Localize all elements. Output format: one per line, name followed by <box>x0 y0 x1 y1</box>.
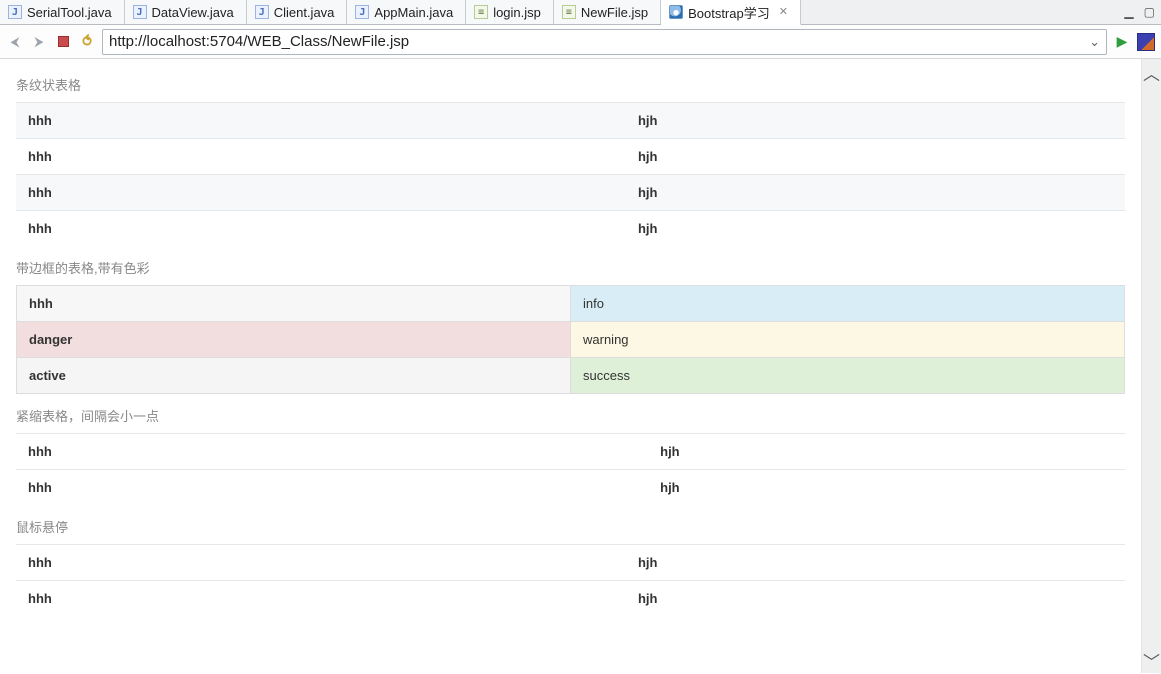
j-file-icon <box>133 5 147 19</box>
editor-tab[interactable]: DataView.java <box>125 0 247 24</box>
scroll-up-icon[interactable]: ︿ <box>1142 61 1161 83</box>
maximize-icon[interactable]: ▢ <box>1144 5 1155 19</box>
table-cell: hhh <box>17 286 571 322</box>
table-cell: hjh <box>626 175 1125 211</box>
table-cell: hjh <box>648 470 1125 506</box>
jsp-file-icon <box>474 5 488 19</box>
url-bar[interactable]: http://localhost:5704/WEB_Class/NewFile.… <box>102 29 1107 55</box>
stop-icon <box>58 36 69 47</box>
editor-window-controls: ▁ ▢ <box>1118 0 1161 24</box>
close-icon[interactable]: ✕ <box>779 7 788 18</box>
table-row: hhhhjh <box>16 175 1125 211</box>
table-row: hhhhjh <box>16 581 1125 617</box>
table-row: hhhhjh <box>16 470 1125 506</box>
table-cell: hhh <box>16 139 626 175</box>
vertical-scrollbar[interactable]: ︿ ﹀ <box>1141 59 1161 673</box>
table-condensed: hhhhjhhhhhjh <box>16 433 1125 505</box>
forward-button[interactable]: ⮞ <box>30 33 48 51</box>
editor-tab[interactable]: login.jsp <box>466 0 554 24</box>
section-title-bordered: 带边框的表格,带有色彩 <box>16 258 1125 277</box>
table-row: dangerwarning <box>17 322 1125 358</box>
j-file-icon <box>255 5 269 19</box>
section-title-hover: 鼠标悬停 <box>16 517 1125 536</box>
table-row: hhhhjh <box>16 434 1125 470</box>
web-file-icon <box>669 5 683 19</box>
chevron-down-icon[interactable]: ⌄ <box>1089 34 1100 50</box>
open-external-icon[interactable] <box>1137 33 1155 51</box>
browser-viewport: 条纹状表格 hhhhjhhhhhjhhhhhjhhhhhjh 带边框的表格,带有… <box>0 59 1161 673</box>
table-cell: hjh <box>626 211 1125 247</box>
editor-tab[interactable]: Bootstrap学习 ✕ <box>661 0 801 25</box>
table-cell: hjh <box>626 139 1125 175</box>
section-title-condensed: 紧缩表格，间隔会小一点 <box>16 406 1125 425</box>
table-striped: hhhhjhhhhhjhhhhhjhhhhhjh <box>16 102 1125 246</box>
table-cell: hhh <box>16 470 648 506</box>
j-file-icon <box>355 5 369 19</box>
editor-tab[interactable]: NewFile.jsp <box>554 0 661 24</box>
editor-tabbar: SerialTool.java DataView.java Client.java A… <box>0 0 1161 25</box>
tab-label: AppMain.java <box>374 5 453 20</box>
table-cell: hhh <box>16 545 626 581</box>
tab-label: Bootstrap学习 <box>688 3 770 22</box>
tab-label: DataView.java <box>152 5 234 20</box>
tab-label: SerialTool.java <box>27 5 112 20</box>
url-text[interactable]: http://localhost:5704/WEB_Class/NewFile.… <box>109 33 1083 50</box>
refresh-button[interactable]: ⥀ <box>78 33 96 51</box>
jsp-file-icon <box>562 5 576 19</box>
table-cell: hjh <box>648 434 1125 470</box>
table-cell: active <box>17 358 571 394</box>
table-cell: hjh <box>626 581 1125 617</box>
page-content: 条纹状表格 hhhhjhhhhhjhhhhhjhhhhhjh 带边框的表格,带有… <box>0 59 1141 673</box>
table-cell: success <box>571 358 1125 394</box>
go-button[interactable]: ▶ <box>1113 33 1131 51</box>
tabs-container: SerialTool.java DataView.java Client.java A… <box>0 0 801 24</box>
table-hover: hhhhjhhhhhjh <box>16 544 1125 616</box>
editor-tab[interactable]: AppMain.java <box>347 0 466 24</box>
table-cell: hhh <box>16 175 626 211</box>
tab-label: Client.java <box>274 5 335 20</box>
table-row: hhhhjh <box>16 211 1125 247</box>
table-cell: hjh <box>626 103 1125 139</box>
scroll-down-icon[interactable]: ﹀ <box>1142 649 1161 671</box>
browser-toolbar: ⮜ ⮞ ⥀ http://localhost:5704/WEB_Class/Ne… <box>0 25 1161 59</box>
table-cell: warning <box>571 322 1125 358</box>
table-bordered: hhhinfodangerwarningactivesuccess <box>16 285 1125 394</box>
table-cell: hjh <box>626 545 1125 581</box>
editor-tab[interactable]: SerialTool.java <box>0 0 125 24</box>
tab-label: login.jsp <box>493 5 541 20</box>
table-row: hhhinfo <box>17 286 1125 322</box>
table-cell: hhh <box>16 581 626 617</box>
table-cell: hhh <box>16 434 648 470</box>
table-cell: danger <box>17 322 571 358</box>
table-cell: hhh <box>16 103 626 139</box>
table-row: hhhhjh <box>16 545 1125 581</box>
table-row: hhhhjh <box>16 139 1125 175</box>
j-file-icon <box>8 5 22 19</box>
table-row: hhhhjh <box>16 103 1125 139</box>
back-button[interactable]: ⮜ <box>6 33 24 51</box>
tab-label: NewFile.jsp <box>581 5 648 20</box>
table-cell: hhh <box>16 211 626 247</box>
editor-tab[interactable]: Client.java <box>247 0 348 24</box>
table-row: activesuccess <box>17 358 1125 394</box>
stop-button[interactable] <box>54 33 72 51</box>
minimize-icon[interactable]: ▁ <box>1124 5 1133 19</box>
section-title-striped: 条纹状表格 <box>16 75 1125 94</box>
table-cell: info <box>571 286 1125 322</box>
